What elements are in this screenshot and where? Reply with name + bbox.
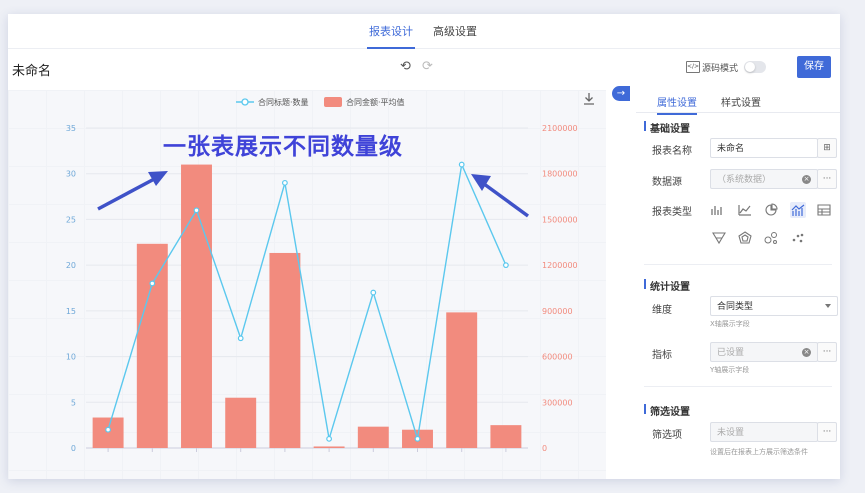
datasource-select[interactable]: （系统数据） ×	[710, 169, 818, 189]
dimension-hint: X轴展示字段	[710, 320, 750, 328]
right-axis-tick-label: 1200000	[542, 261, 578, 270]
save-button[interactable]: 保存	[797, 56, 831, 78]
chevron-down-icon	[825, 304, 831, 308]
bubble-chart-icon[interactable]	[763, 230, 779, 246]
left-axis-tick-label: 20	[66, 261, 76, 270]
funnel-chart-icon[interactable]	[711, 230, 727, 246]
dimension-value: 合同类型	[717, 302, 754, 312]
report-designer-window: 报表设计 高级设置 未命名 ⟲ ⟳ </> 源码模式 保存 0 5 10 15 20 25…	[8, 14, 840, 479]
left-axis-tick-label: 0	[71, 444, 76, 453]
line-point	[105, 426, 111, 433]
filter-hint: 设置后在报表上方展示筛选条件	[710, 448, 808, 456]
line-point	[503, 262, 509, 269]
tab-property-settings[interactable]: 属性设置	[657, 94, 697, 115]
section-filter-settings: 筛选设置	[644, 403, 690, 418]
bar-mark	[446, 312, 478, 448]
redo-icon[interactable]: ⟳	[422, 59, 433, 74]
tab-style-settings[interactable]: 样式设置	[721, 94, 761, 109]
code-icon: </>	[686, 61, 700, 73]
line-point	[370, 289, 377, 296]
filter-label: 筛选项	[652, 430, 682, 441]
radar-chart-icon[interactable]	[737, 230, 753, 246]
properties-panel: 属性设置 样式设置 基础设置 报表名称 未命名 ⊞ 数据源 （系统数据） × ·…	[636, 90, 840, 479]
right-axis-tick-label: 0	[542, 444, 547, 453]
bar-mark	[181, 164, 212, 449]
annotation-headline: 一张表展示不同数量级	[163, 134, 403, 160]
scatter-chart-icon[interactable]	[790, 230, 806, 246]
download-icon[interactable]	[582, 92, 596, 106]
left-axis-tick-label: 35	[66, 124, 76, 133]
right-axis-tick-label: 900000	[542, 307, 573, 316]
legend-line-marker	[241, 98, 249, 106]
tab-advanced-settings[interactable]: 高级设置	[433, 23, 477, 39]
bar-mark	[313, 446, 345, 448]
line-point	[237, 335, 244, 342]
right-axis-tick-label: 1500000	[542, 215, 578, 224]
section-divider	[644, 386, 832, 387]
left-axis-tick-label: 10	[66, 353, 76, 362]
tab-report-design[interactable]: 报表设计	[367, 23, 415, 49]
line-point	[458, 161, 465, 168]
collapse-panel-button[interactable]: →	[612, 86, 630, 101]
report-name-label: 报表名称	[652, 146, 692, 157]
legend-label: 合同金额·平均值	[346, 97, 405, 107]
bar-chart-icon[interactable]	[709, 202, 725, 218]
left-axis-tick-label: 15	[66, 307, 76, 316]
metric-label: 指标	[652, 350, 672, 361]
section-divider	[644, 264, 832, 265]
line-chart-icon[interactable]	[737, 202, 753, 218]
bar-mark	[225, 397, 257, 448]
section-basic-settings: 基础设置	[644, 120, 690, 135]
bar-mark	[92, 417, 124, 448]
undo-icon[interactable]: ⟲	[400, 59, 411, 74]
bar-mark	[136, 243, 168, 448]
left-axis-tick-label: 30	[66, 170, 76, 179]
chart-type-label: 报表类型	[652, 207, 692, 218]
left-axis-tick-label: 25	[66, 215, 76, 224]
report-name-input[interactable]: 未命名	[710, 138, 818, 158]
legend-label: 合同标题·数量	[258, 97, 309, 107]
metric-hint: Y轴展示字段	[710, 366, 750, 374]
right-axis-tick-label: 300000	[542, 398, 573, 407]
source-mode-toggle[interactable]	[744, 61, 766, 73]
table-chart-icon[interactable]	[816, 202, 832, 218]
right-axis-tick-label: 1800000	[542, 170, 578, 179]
line-point	[414, 435, 421, 442]
panel-tab-divider	[636, 112, 840, 113]
datasource-value: （系统数据）	[717, 175, 772, 185]
metric-more-button[interactable]: ···	[817, 342, 837, 362]
metric-value: 已设置	[717, 348, 745, 358]
dimension-label: 维度	[652, 305, 672, 316]
clear-icon[interactable]: ×	[802, 175, 811, 184]
name-i18n-icon[interactable]: ⊞	[817, 138, 837, 158]
source-mode-label: 源码模式	[702, 64, 739, 74]
dimension-select[interactable]: 合同类型	[710, 296, 838, 316]
bar-mark	[269, 252, 301, 448]
top-tab-bar: 报表设计 高级设置	[8, 14, 840, 49]
datasource-more-button[interactable]: ···	[817, 169, 837, 189]
toolbar: 未命名 ⟲ ⟳ </> 源码模式 保存	[8, 48, 840, 90]
line-point	[326, 435, 333, 442]
report-title: 未命名	[12, 64, 52, 79]
right-axis-tick-label: 2100000	[542, 124, 578, 133]
line-point	[149, 280, 156, 287]
datasource-label: 数据源	[652, 177, 682, 188]
metric-select[interactable]: 已设置 ×	[710, 342, 818, 362]
line-point	[193, 207, 200, 214]
pie-chart-icon[interactable]	[763, 202, 779, 218]
line-point	[282, 179, 288, 186]
bar-mark	[490, 425, 522, 448]
right-axis-tick-label: 600000	[542, 353, 573, 362]
left-axis-tick-label: 5	[71, 398, 76, 407]
section-statistics-settings: 统计设置	[644, 278, 690, 293]
bar-mark	[357, 426, 389, 448]
legend-bar-swatch	[324, 97, 342, 107]
filter-select[interactable]: 未设置	[710, 422, 818, 442]
filter-more-button[interactable]: ···	[817, 422, 837, 442]
clear-icon[interactable]: ×	[802, 348, 811, 357]
combo-chart-icon[interactable]	[790, 202, 806, 218]
